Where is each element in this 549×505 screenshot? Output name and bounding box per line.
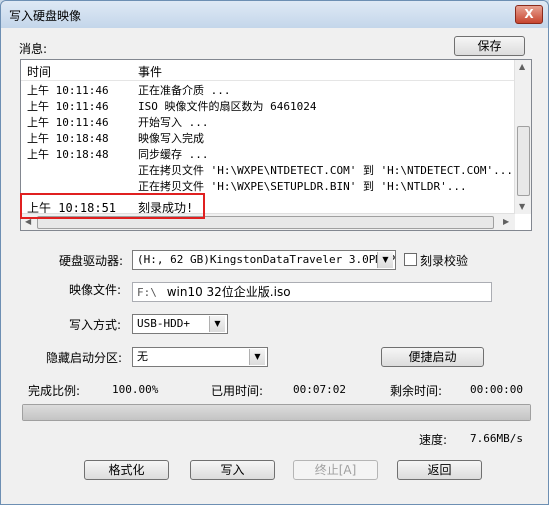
quick-boot-button[interactable]: 便捷启动 [381, 347, 484, 367]
dialog-body: 消息: 保存 时间 事件 上午 10:11:46 正在准备介质 ... 上午 10… [8, 29, 541, 497]
log-time: 上午 10:18:48 [27, 132, 109, 145]
elapsed-value: 00:07:02 [293, 383, 346, 396]
drive-value: (H:, 62 GB)KingstonDataTraveler 3.0PMAP [137, 253, 396, 266]
title-bar: 写入硬盘映像 X [1, 1, 548, 28]
log-event: 映像写入完成 [138, 132, 204, 145]
back-button[interactable]: 返回 [397, 460, 482, 480]
progress-bar [22, 404, 531, 421]
log-time: 上午 10:11:46 [27, 84, 109, 97]
log-time: 上午 10:11:46 [27, 116, 109, 129]
complete-value: 100.00% [112, 383, 159, 396]
speed-value: 7.66MB/s [470, 432, 523, 445]
log-header: 时间 事件 [21, 60, 515, 81]
log-event: 开始写入 ... [138, 116, 209, 129]
hidden-partition-select[interactable]: 无 ▼ [132, 347, 268, 367]
window-title: 写入硬盘映像 [9, 9, 82, 23]
hidden-partition-value: 无 [137, 350, 148, 363]
log-event: 正在拷贝文件 'H:\WXPE\SETUPLDR.BIN' 到 'H:\NTLD… [138, 180, 467, 193]
write-mode-value: USB-HDD+ [137, 317, 190, 330]
log-time: 上午 10:18:48 [27, 148, 109, 161]
scroll-thumb[interactable] [517, 126, 530, 196]
log-event: 正在准备介质 ... [138, 84, 231, 97]
chevron-down-icon[interactable]: ▼ [209, 316, 225, 332]
image-file-field[interactable]: F:\ win10 32位企业版.iso [132, 282, 492, 302]
drive-label: 硬盘驱动器: [59, 254, 124, 268]
abort-button[interactable]: 终止[A] [293, 460, 378, 480]
write-mode-label: 写入方式: [69, 318, 122, 332]
image-file-label: 映像文件: [69, 283, 122, 297]
chevron-down-icon[interactable]: ▼ [377, 252, 393, 268]
close-button[interactable]: X [515, 5, 543, 24]
image-file-prefix: F:\ [137, 286, 157, 299]
column-time[interactable]: 时间 [27, 63, 51, 80]
remaining-label: 剩余时间: [390, 384, 443, 398]
format-button[interactable]: 格式化 [84, 460, 169, 480]
image-file-value: win10 32位企业版.iso [166, 285, 291, 299]
verify-label[interactable]: 刻录校验 [420, 252, 468, 269]
scroll-up-icon[interactable]: ▲ [519, 62, 525, 71]
log-event: 同步缓存 ... [138, 148, 209, 161]
progress-fill [23, 405, 530, 420]
verify-checkbox[interactable] [404, 253, 417, 266]
complete-label: 完成比例: [28, 384, 81, 398]
log-vertical-scrollbar[interactable]: ▲ ▼ [514, 60, 531, 214]
speed-label: 速度: [419, 433, 448, 447]
remaining-value: 00:00:00 [470, 383, 523, 396]
write-mode-select[interactable]: USB-HDD+ ▼ [132, 314, 228, 334]
write-disk-image-dialog: 写入硬盘映像 X 消息: 保存 时间 事件 上午 10:11:46 正在准备介质 … [0, 0, 549, 505]
log-event: ISO 映像文件的扇区数为 6461024 [138, 100, 317, 113]
scroll-right-icon[interactable]: ▶ [503, 217, 509, 226]
log-time: 上午 10:11:46 [27, 100, 109, 113]
success-highlight-box [20, 193, 205, 219]
write-button[interactable]: 写入 [190, 460, 275, 480]
scroll-down-icon[interactable]: ▼ [519, 202, 525, 211]
log-event: 正在拷贝文件 'H:\WXPE\NTDETECT.COM' 到 'H:\NTDE… [138, 164, 514, 177]
column-event[interactable]: 事件 [138, 63, 162, 80]
chevron-down-icon[interactable]: ▼ [249, 349, 265, 365]
hidden-partition-label: 隐藏启动分区: [46, 351, 123, 365]
messages-label: 消息: [19, 42, 48, 56]
drive-select[interactable]: (H:, 62 GB)KingstonDataTraveler 3.0PMAP … [132, 250, 396, 270]
save-button[interactable]: 保存 [454, 36, 525, 56]
elapsed-label: 已用时间: [211, 384, 264, 398]
